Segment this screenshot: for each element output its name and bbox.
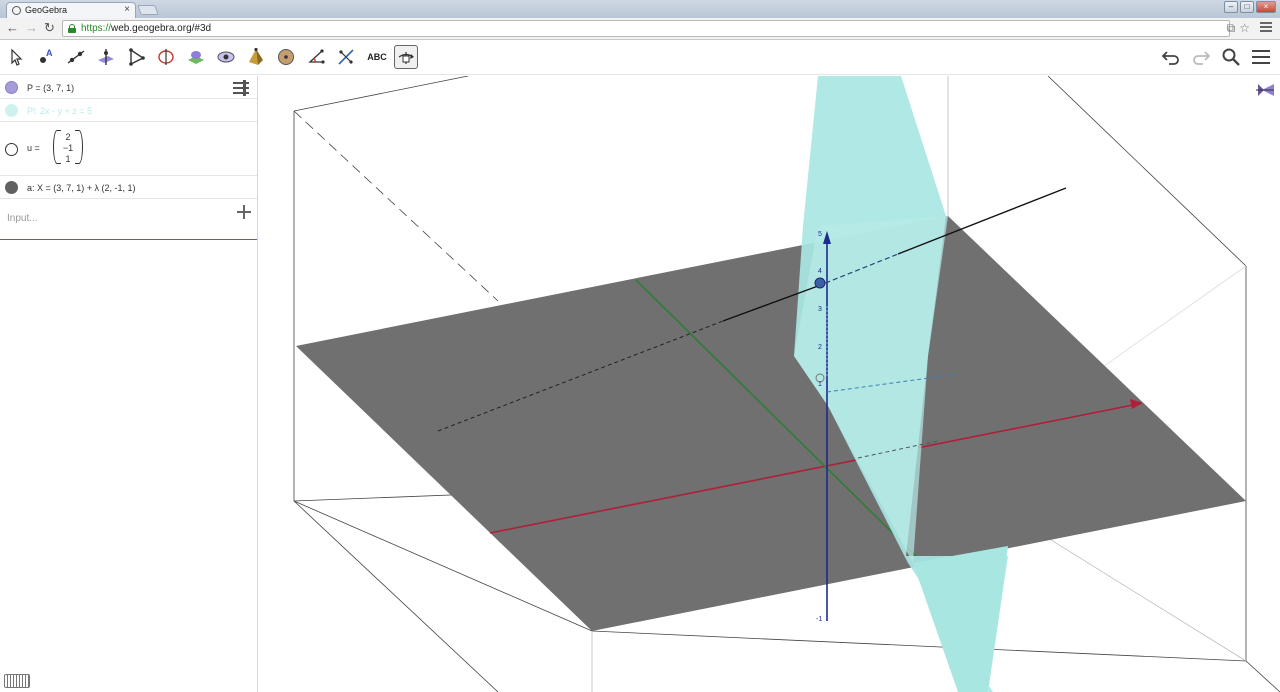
point-p[interactable] xyxy=(814,277,826,289)
move-tool-button[interactable] xyxy=(4,45,28,69)
graphics-3d-canvas[interactable]: 5 4 3 2 1 -1 xyxy=(258,76,1280,692)
line-tool-button[interactable] xyxy=(64,45,88,69)
algebra-item-label: P = (3, 7, 1) xyxy=(27,83,75,93)
window-controls: – □ × xyxy=(1224,1,1276,13)
graphics-3d-view[interactable]: 5 4 3 2 1 -1 xyxy=(258,76,1280,692)
xy-plane[interactable] xyxy=(296,216,1246,631)
search-button[interactable] xyxy=(1220,46,1242,68)
rotate-view-tool-button[interactable] xyxy=(394,45,418,69)
perpendicular-line-tool-button[interactable] xyxy=(94,45,118,69)
text-tool-label: ABC xyxy=(367,52,387,62)
plane-pl-lower xyxy=(913,546,1008,692)
style-bar-toggle-button[interactable] xyxy=(1254,80,1276,100)
perpendicular-plane-icon xyxy=(98,49,114,65)
new-tab-button[interactable] xyxy=(137,5,159,15)
algebra-input-bar[interactable]: Input... xyxy=(0,199,257,240)
address-bar[interactable]: https://web.geogebra.org/#3d xyxy=(62,20,1230,37)
text-tool-button[interactable]: ABC xyxy=(364,45,390,69)
page-action-icon[interactable]: ⧉ xyxy=(1227,21,1236,36)
visibility-toggle-icon[interactable] xyxy=(5,81,18,94)
triangle-icon xyxy=(129,48,145,66)
z-tick-label: 5 xyxy=(818,231,822,238)
undo-icon xyxy=(1161,51,1179,65)
maximize-button[interactable]: □ xyxy=(1240,1,1254,13)
view-tool-button[interactable] xyxy=(214,45,238,69)
keyboard-icon[interactable] xyxy=(4,674,30,688)
pyramid-tool-button[interactable] xyxy=(244,45,268,69)
plus-icon[interactable] xyxy=(235,203,253,221)
polygon-tool-button[interactable] xyxy=(124,45,148,69)
z-tick-label: -1 xyxy=(816,616,822,623)
forward-arrow-icon[interactable]: → xyxy=(25,21,38,35)
algebra-item-label: Pl: 2x - y + z = 5 xyxy=(27,106,93,116)
browser-tab-title: GeoGebra xyxy=(25,5,68,15)
angle-tool-button[interactable] xyxy=(304,45,328,69)
intersect-surfaces-icon xyxy=(188,51,204,64)
url-path: web.geogebra.org/#3d xyxy=(111,23,212,34)
svg-text:A: A xyxy=(46,48,53,58)
algebra-view: P = (3, 7, 1) Pl: 2x - y + z = 5 u = 2 −… xyxy=(0,76,258,692)
intersect-tool-button[interactable] xyxy=(184,45,208,69)
browser-omnibar: ← → ↻ https://web.geogebra.org/#3d ⧉ ☆ xyxy=(0,18,1280,40)
back-arrow-icon[interactable]: ← xyxy=(6,21,19,35)
z-tick-label: 3 xyxy=(818,306,822,313)
algebra-item-vector-u[interactable]: u = 2 −1 1 xyxy=(0,122,257,176)
eye-icon xyxy=(217,51,235,63)
undo-button[interactable] xyxy=(1160,46,1182,68)
vector-component-x: 2 xyxy=(65,132,71,142)
bookmark-star-icon[interactable]: ☆ xyxy=(1239,21,1250,36)
visibility-toggle-icon[interactable] xyxy=(5,181,18,194)
visibility-toggle-icon[interactable] xyxy=(5,143,18,156)
algebra-item-plane-pl[interactable]: Pl: 2x - y + z = 5 xyxy=(0,99,257,122)
line-icon xyxy=(67,50,85,64)
angle-icon xyxy=(308,49,325,64)
algebra-item-line-a[interactable]: a: X = (3, 7, 1) + λ (2, -1, 1) xyxy=(0,176,257,199)
vector-column-matrix: 2 −1 1 xyxy=(53,130,83,166)
sphere-tool-button[interactable] xyxy=(274,45,298,69)
lock-icon xyxy=(68,24,76,33)
geogebra-favicon-icon xyxy=(12,6,21,15)
minimize-button[interactable]: – xyxy=(1224,1,1238,13)
vector-component-z: 1 xyxy=(65,154,71,164)
z-tick-label: 2 xyxy=(818,344,822,351)
chrome-menu-icon[interactable] xyxy=(1260,22,1272,34)
redo-button[interactable] xyxy=(1190,46,1212,68)
point-icon: A xyxy=(40,48,53,63)
sphere-icon xyxy=(278,49,294,65)
main-menu-button[interactable] xyxy=(1250,46,1272,68)
redo-icon xyxy=(1193,51,1211,65)
url-scheme: https:// xyxy=(81,23,112,34)
input-placeholder: Input... xyxy=(7,213,38,224)
circle-axis-icon xyxy=(158,49,174,65)
omnibar-actions: ⧉ ☆ xyxy=(1227,21,1250,36)
pyramid-icon xyxy=(249,47,263,65)
rotate-view-icon xyxy=(398,52,414,64)
z-tick-label: 1 xyxy=(818,381,822,388)
algebra-item-point-p[interactable]: P = (3, 7, 1) xyxy=(0,76,257,99)
reload-icon[interactable]: ↻ xyxy=(44,21,55,35)
close-icon[interactable]: × xyxy=(124,4,130,15)
reflect-line-icon xyxy=(338,49,354,65)
visibility-toggle-icon[interactable] xyxy=(5,104,18,117)
style-bar-icon xyxy=(1256,84,1274,96)
vector-label: u = xyxy=(27,143,40,153)
algebra-item-label: a: X = (3, 7, 1) + λ (2, -1, 1) xyxy=(27,183,136,193)
point-tool-button[interactable]: A xyxy=(34,45,58,69)
close-window-button[interactable]: × xyxy=(1256,1,1276,13)
algebra-style-menu-icon[interactable] xyxy=(233,80,249,97)
search-icon xyxy=(1222,48,1240,66)
browser-tab-bar: GeoGebra × – □ × xyxy=(0,0,1280,18)
hamburger-menu-icon xyxy=(1252,50,1270,64)
z-tick-label: 4 xyxy=(818,268,822,275)
vector-component-y: −1 xyxy=(62,143,74,153)
circle-tool-button[interactable] xyxy=(154,45,178,69)
geogebra-toolbar: A ABC xyxy=(0,41,1280,75)
browser-tab[interactable]: GeoGebra × xyxy=(6,2,136,18)
toolbar-right-actions xyxy=(1160,46,1272,68)
cursor-arrow-icon xyxy=(11,48,23,66)
reflect-tool-button[interactable] xyxy=(334,45,358,69)
